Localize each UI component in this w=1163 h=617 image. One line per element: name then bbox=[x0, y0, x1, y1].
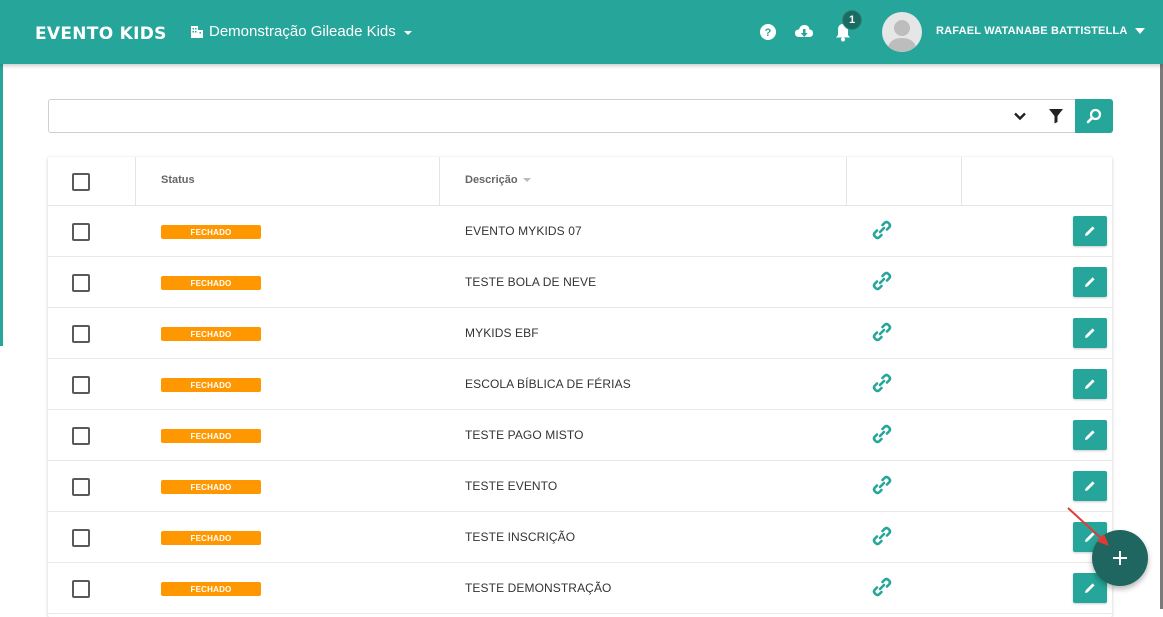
event-description[interactable]: TESTE DEMONSTRAÇÃO bbox=[465, 581, 611, 595]
table-row[interactable]: FECHADO ESCOLA BÍBLICA DE FÉRIAS bbox=[48, 359, 1112, 410]
events-table: Status Descrição FECHADO EVENTO MYKIDS 07… bbox=[48, 157, 1112, 617]
status-badge: FECHADO bbox=[161, 480, 261, 494]
search-icon bbox=[1086, 108, 1102, 124]
cloud-download-icon[interactable] bbox=[793, 21, 815, 43]
edit-button[interactable] bbox=[1073, 267, 1107, 297]
organization-name: Demonstração Gileade Kids bbox=[209, 23, 396, 40]
link-icon[interactable] bbox=[871, 270, 893, 292]
event-description[interactable]: TESTE INSCRIÇÃO bbox=[465, 530, 575, 544]
organization-selector[interactable]: Demonstração Gileade Kids bbox=[190, 23, 412, 40]
link-icon[interactable] bbox=[871, 474, 893, 496]
link-icon[interactable] bbox=[871, 219, 893, 241]
table-row[interactable]: FECHADO TESTE EVENTO bbox=[48, 461, 1112, 512]
event-description[interactable]: TESTE PAGO MISTO bbox=[465, 428, 584, 442]
plus-icon bbox=[1113, 551, 1127, 565]
event-description[interactable]: MYKIDS EBF bbox=[465, 326, 539, 340]
row-checkbox[interactable] bbox=[72, 376, 90, 394]
search-input[interactable] bbox=[49, 100, 999, 132]
link-icon[interactable] bbox=[871, 321, 893, 343]
row-checkbox[interactable] bbox=[72, 223, 90, 241]
status-badge: FECHADO bbox=[161, 276, 261, 290]
svg-text:?: ? bbox=[765, 27, 772, 39]
notification-count-badge: 1 bbox=[842, 10, 862, 30]
edit-button[interactable] bbox=[1073, 471, 1107, 501]
status-badge: FECHADO bbox=[161, 531, 261, 545]
link-icon[interactable] bbox=[871, 423, 893, 445]
column-header-description[interactable]: Descrição bbox=[465, 174, 531, 186]
event-description[interactable]: TESTE EVENTO bbox=[465, 479, 557, 493]
table-row[interactable]: FECHADO TESTE PAGO MISTO bbox=[48, 410, 1112, 461]
pencil-icon bbox=[1085, 226, 1095, 236]
edit-button[interactable] bbox=[1073, 318, 1107, 348]
link-icon[interactable] bbox=[871, 372, 893, 394]
table-row[interactable]: FECHADO TESTE DEMONSTRAÇÃO bbox=[48, 563, 1112, 614]
column-header-status[interactable]: Status bbox=[161, 174, 195, 186]
avatar[interactable] bbox=[882, 12, 922, 52]
user-silhouette-icon bbox=[887, 20, 917, 52]
chevron-down-icon[interactable] bbox=[1012, 108, 1028, 124]
table-row[interactable]: FECHADO TESTE BOLA DE NEVE bbox=[48, 257, 1112, 308]
help-icon[interactable]: ? bbox=[757, 21, 779, 43]
link-icon[interactable] bbox=[871, 576, 893, 598]
select-all-checkbox[interactable] bbox=[72, 173, 90, 191]
column-header-label: Descrição bbox=[465, 174, 518, 186]
edit-button[interactable] bbox=[1073, 369, 1107, 399]
row-checkbox[interactable] bbox=[72, 427, 90, 445]
pencil-icon bbox=[1085, 277, 1095, 287]
column-divider bbox=[439, 157, 440, 205]
event-description[interactable]: ESCOLA BÍBLICA DE FÉRIAS bbox=[465, 377, 631, 391]
table-row[interactable]: FECHADO TESTE INSCRIÇÃO bbox=[48, 512, 1112, 563]
user-name[interactable]: RAFAEL WATANABE BATTISTELLA bbox=[936, 25, 1128, 37]
status-badge: FECHADO bbox=[161, 429, 261, 443]
pencil-icon bbox=[1085, 583, 1095, 593]
status-badge: FECHADO bbox=[161, 327, 261, 341]
event-description[interactable]: TESTE BOLA DE NEVE bbox=[465, 275, 596, 289]
link-icon[interactable] bbox=[871, 525, 893, 547]
row-checkbox[interactable] bbox=[72, 274, 90, 292]
table-row[interactable]: FECHADO MYKIDS EBF bbox=[48, 308, 1112, 359]
search-button[interactable] bbox=[1075, 99, 1113, 133]
row-checkbox[interactable] bbox=[72, 529, 90, 547]
pencil-icon bbox=[1085, 379, 1095, 389]
column-divider bbox=[961, 157, 962, 205]
event-description[interactable]: EVENTO MYKIDS 07 bbox=[465, 224, 582, 238]
search-bar bbox=[48, 99, 1113, 133]
add-event-button[interactable] bbox=[1092, 530, 1148, 586]
edit-button[interactable] bbox=[1073, 420, 1107, 450]
status-badge: FECHADO bbox=[161, 225, 261, 239]
app-brand[interactable]: EVENTO KIDS bbox=[35, 24, 167, 44]
chevron-down-icon bbox=[403, 31, 412, 35]
pencil-icon bbox=[1085, 481, 1095, 491]
table-row[interactable]: FECHADO EVENTO MYKIDS 07 bbox=[48, 206, 1112, 257]
building-icon bbox=[191, 25, 203, 38]
column-divider bbox=[135, 157, 136, 205]
user-menu-caret-icon[interactable] bbox=[1135, 28, 1145, 34]
row-checkbox[interactable] bbox=[72, 580, 90, 598]
status-badge: FECHADO bbox=[161, 582, 261, 596]
edit-button[interactable] bbox=[1073, 216, 1107, 246]
pencil-icon bbox=[1085, 430, 1095, 440]
filter-icon[interactable] bbox=[1048, 107, 1064, 125]
table-header: Status Descrição bbox=[48, 157, 1112, 206]
pencil-icon bbox=[1085, 328, 1095, 338]
top-app-bar: EVENTO KIDS Demonstração Gileade Kids ? … bbox=[0, 0, 1163, 64]
column-divider bbox=[846, 157, 847, 205]
left-accent-strip bbox=[0, 64, 3, 346]
row-checkbox[interactable] bbox=[72, 325, 90, 343]
pencil-icon bbox=[1085, 532, 1095, 542]
status-badge: FECHADO bbox=[161, 378, 261, 392]
row-checkbox[interactable] bbox=[72, 478, 90, 496]
sort-caret-icon bbox=[522, 178, 531, 183]
